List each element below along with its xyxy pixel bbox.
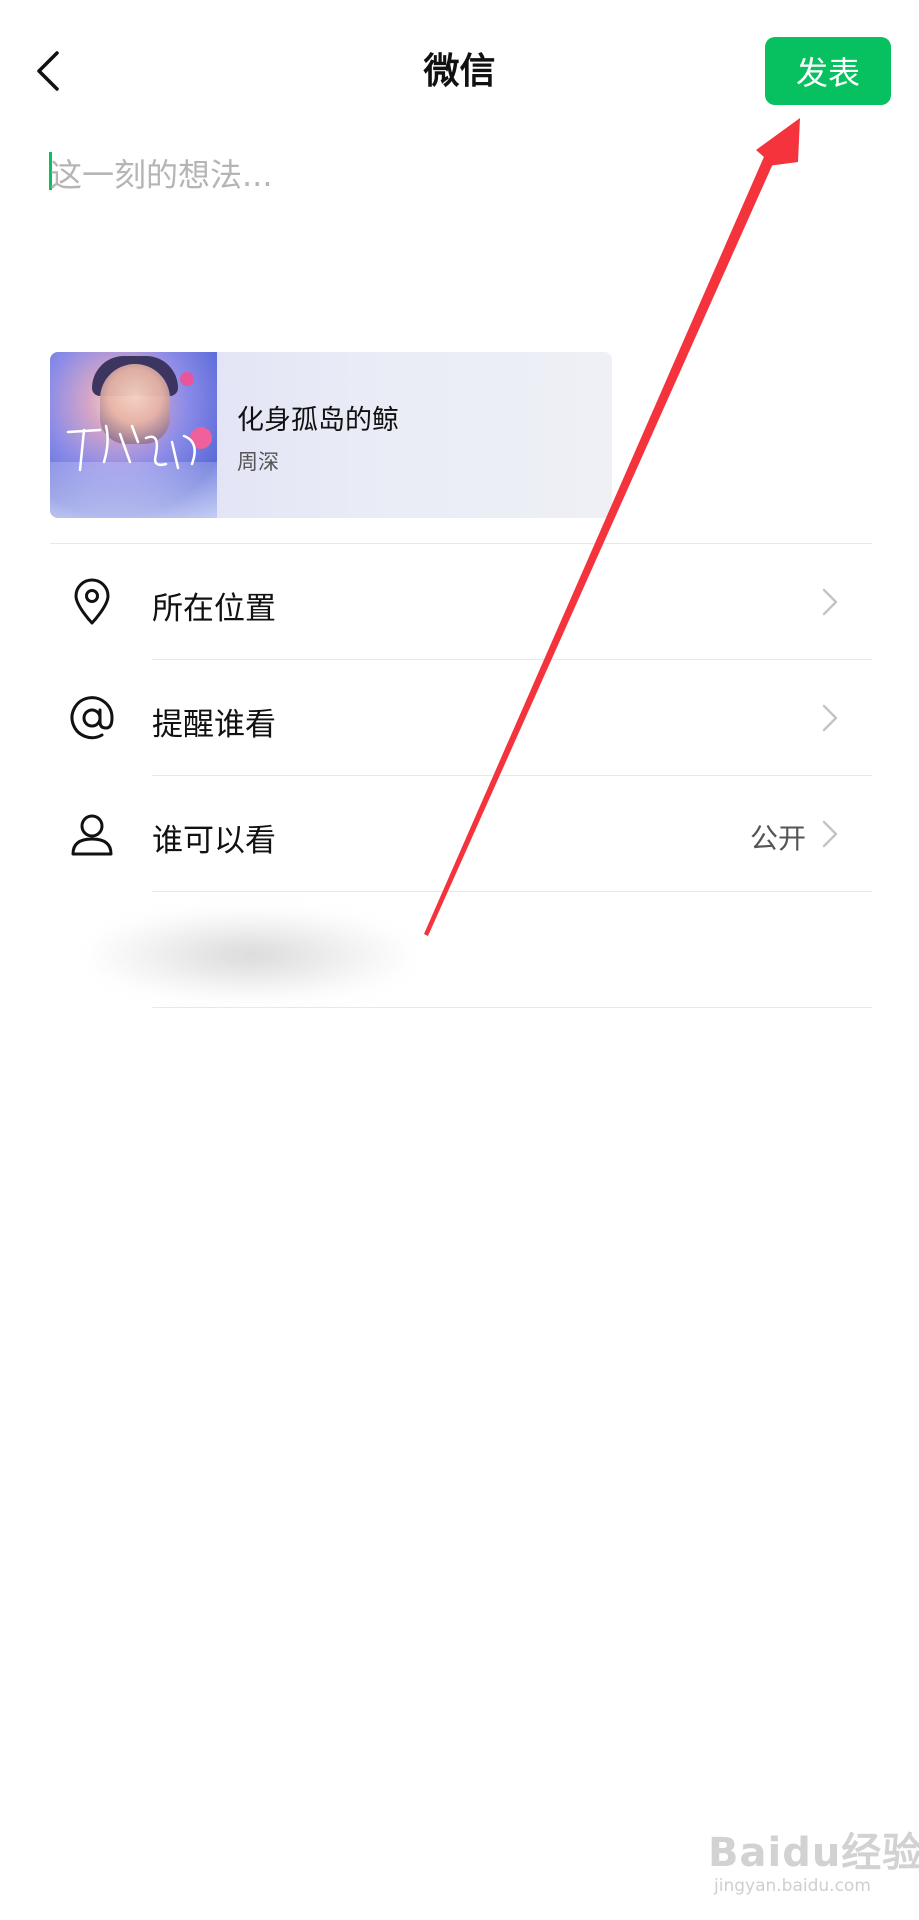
location-pin-icon [66,576,118,628]
location-option[interactable]: 所在位置 [50,544,872,660]
chevron-left-icon [37,51,59,91]
song-title: 化身孤岛的鲸 [237,405,399,436]
back-button[interactable] [18,36,78,106]
chevron-right-icon [822,704,838,732]
cover-handwriting [66,424,196,472]
option-label: 所在位置 [152,591,276,627]
thought-input[interactable] [50,150,870,330]
chevron-right-icon [822,588,838,616]
option-label: 提醒谁看 [152,707,276,743]
publish-button[interactable]: 发表 [765,37,891,105]
music-card[interactable]: 化身孤岛的鲸 周深 [50,352,612,518]
mention-option[interactable]: 提醒谁看 [50,660,872,776]
blurred-region [90,910,410,1000]
person-icon [66,808,118,860]
chevron-right-icon [822,820,838,848]
at-sign-icon [66,692,118,744]
watermark-url: jingyan.baidu.com [714,1876,871,1896]
watermark-logo: Baidu经验 [708,1830,919,1876]
cover-flower [180,372,194,386]
visibility-value: 公开 [749,822,806,855]
option-label: 谁可以看 [152,823,276,859]
song-artist: 周深 [237,450,279,474]
album-cover [50,352,217,518]
top-bar: 微信 发表 [0,0,919,140]
visibility-option[interactable]: 谁可以看 公开 [50,776,872,892]
baidu-watermark: Baidu经验 jingyan.baidu.com [700,1820,919,1910]
